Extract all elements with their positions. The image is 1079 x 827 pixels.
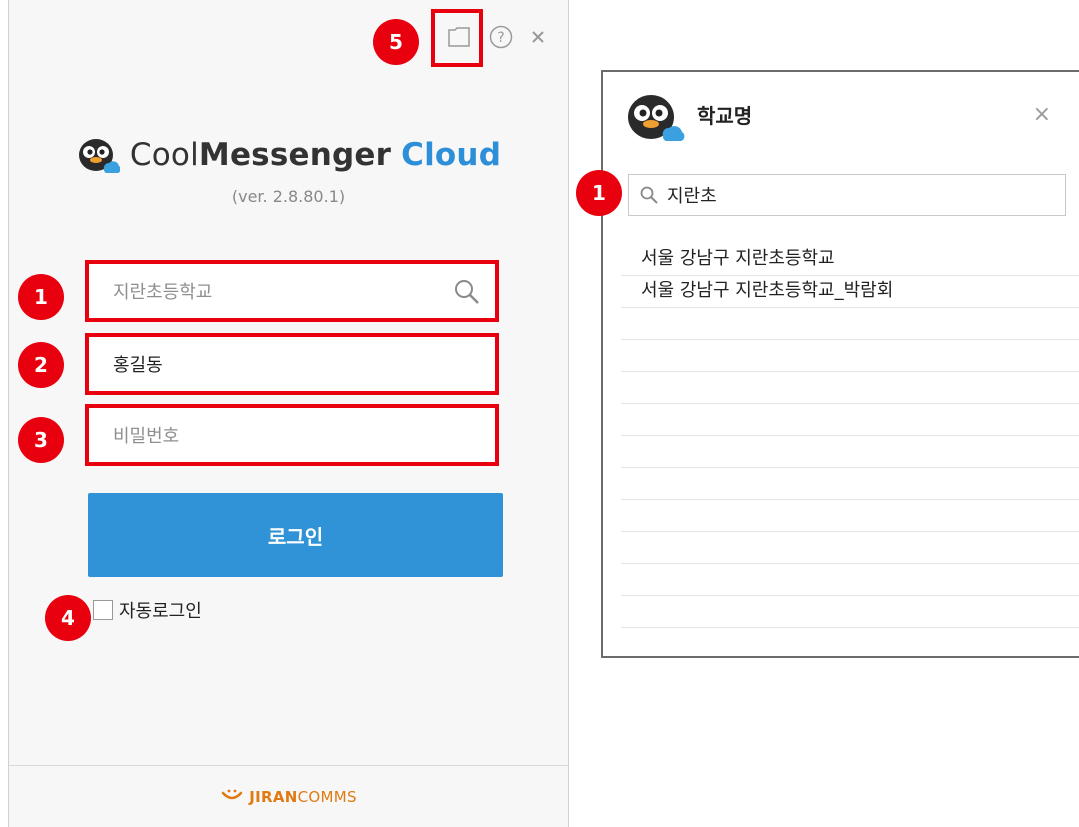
empty-row	[621, 500, 1079, 532]
badge-1: 1	[18, 274, 64, 320]
popup-search-input[interactable]: 지란초	[628, 174, 1066, 216]
version-label: (ver. 2.8.80.1)	[231, 187, 346, 206]
school-field[interactable]: 지란초등학교	[85, 260, 499, 322]
penguin-logo-icon	[78, 139, 120, 173]
auto-login-checkbox[interactable]	[93, 600, 113, 620]
popup-title: 학교명	[697, 104, 753, 128]
badge-3: 3	[18, 417, 64, 463]
popup-search-value: 지란초	[667, 186, 717, 207]
footer-brand-bold: JIRAN	[249, 787, 298, 806]
empty-row	[621, 468, 1079, 500]
password-field[interactable]: 비밀번호	[85, 404, 499, 466]
empty-row	[621, 404, 1079, 436]
badge-4: 4	[45, 595, 91, 641]
name-field-value: 홍길동	[113, 355, 163, 376]
empty-row	[621, 532, 1079, 564]
logo-text-messenger: Messenger	[198, 137, 392, 173]
help-icon[interactable]: ?	[484, 20, 518, 54]
empty-row	[621, 308, 1079, 340]
empty-row	[621, 372, 1079, 404]
popup-close-button[interactable]: ×	[1033, 102, 1051, 127]
logo-text-cool: Cool	[129, 137, 199, 173]
svg-text:?: ?	[497, 30, 504, 46]
settings-highlight-box	[431, 9, 483, 67]
smile-icon	[221, 789, 243, 799]
footer: JIRANCOMMS	[9, 765, 568, 827]
result-item[interactable]: 서울 강남구 지란초등학교	[621, 244, 1079, 276]
empty-row	[621, 436, 1079, 468]
badge-1-popup: 1	[576, 170, 622, 216]
logo-text-cloud: Cloud	[401, 137, 502, 173]
badge-5: 5	[373, 19, 419, 65]
school-field-value: 지란초등학교	[113, 282, 213, 303]
app-logo: CoolMessenger Cloud	[9, 135, 568, 175]
auto-login-row[interactable]: 자동로그인	[93, 597, 202, 623]
school-search-popup: 학교명 × 지란초 서울 강남구 지란초등학교 서울 강남구 지란초등학교_박람…	[601, 70, 1079, 658]
empty-row	[621, 596, 1079, 628]
empty-row	[621, 340, 1079, 372]
password-placeholder: 비밀번호	[113, 426, 180, 447]
school-results-list: 서울 강남구 지란초등학교 서울 강남구 지란초등학교_박람회	[621, 244, 1079, 628]
jirancomms-logo: JIRANCOMMS	[220, 788, 357, 806]
badge-2: 2	[18, 342, 64, 388]
login-window: ? CoolMessenger Cloud (ver. 2.8.80.1) 지란…	[8, 0, 569, 827]
penguin-logo-icon	[628, 95, 685, 141]
empty-row	[621, 564, 1079, 596]
name-field[interactable]: 홍길동	[85, 333, 499, 395]
search-icon[interactable]	[453, 278, 481, 306]
close-icon[interactable]	[521, 20, 555, 54]
result-item[interactable]: 서울 강남구 지란초등학교_박람회	[621, 276, 1079, 308]
search-icon	[640, 186, 658, 204]
footer-brand-light: COMMS	[297, 787, 357, 806]
login-button[interactable]: 로그인	[88, 493, 503, 577]
auto-login-label: 자동로그인	[119, 601, 202, 622]
